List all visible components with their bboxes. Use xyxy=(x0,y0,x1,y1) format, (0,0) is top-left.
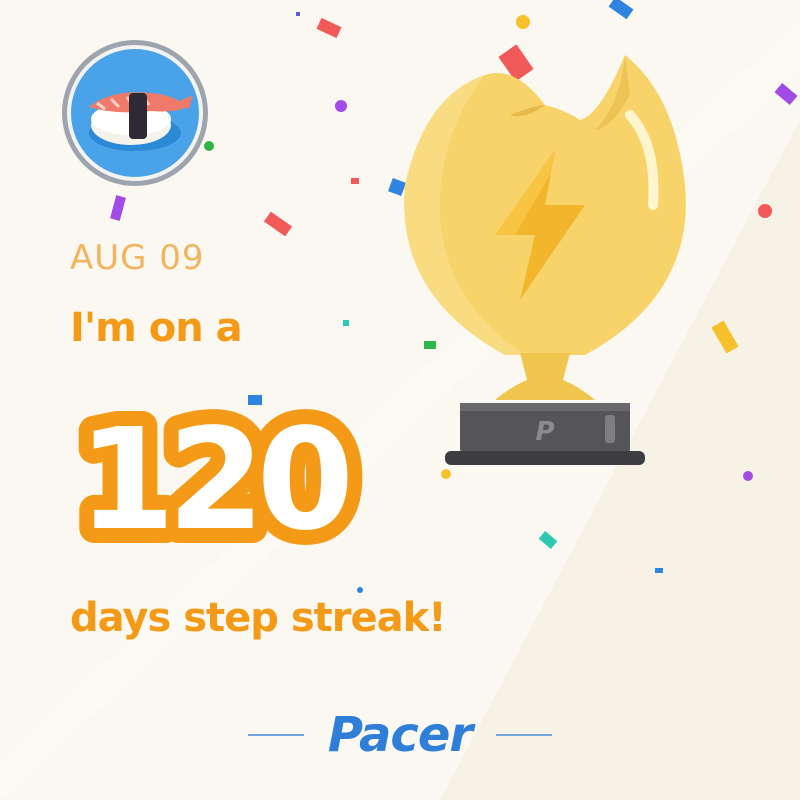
headline-prefix: I'm on a xyxy=(70,305,243,351)
streak-date: AUG 09 xyxy=(70,238,205,278)
trophy-icon: P xyxy=(404,55,686,465)
divider-right xyxy=(496,734,553,736)
divider-left xyxy=(247,734,304,736)
trophy-badge-logo: P xyxy=(535,417,554,447)
streak-count: 120 120 xyxy=(63,384,371,568)
avatar xyxy=(62,40,208,186)
sushi-avatar-icon xyxy=(71,49,199,177)
pacer-logo: Pacer xyxy=(327,707,473,763)
brand-footer: Pacer xyxy=(230,700,570,770)
streak-count-value: 120 xyxy=(78,399,348,562)
headline-suffix: days step streak! xyxy=(70,595,446,641)
